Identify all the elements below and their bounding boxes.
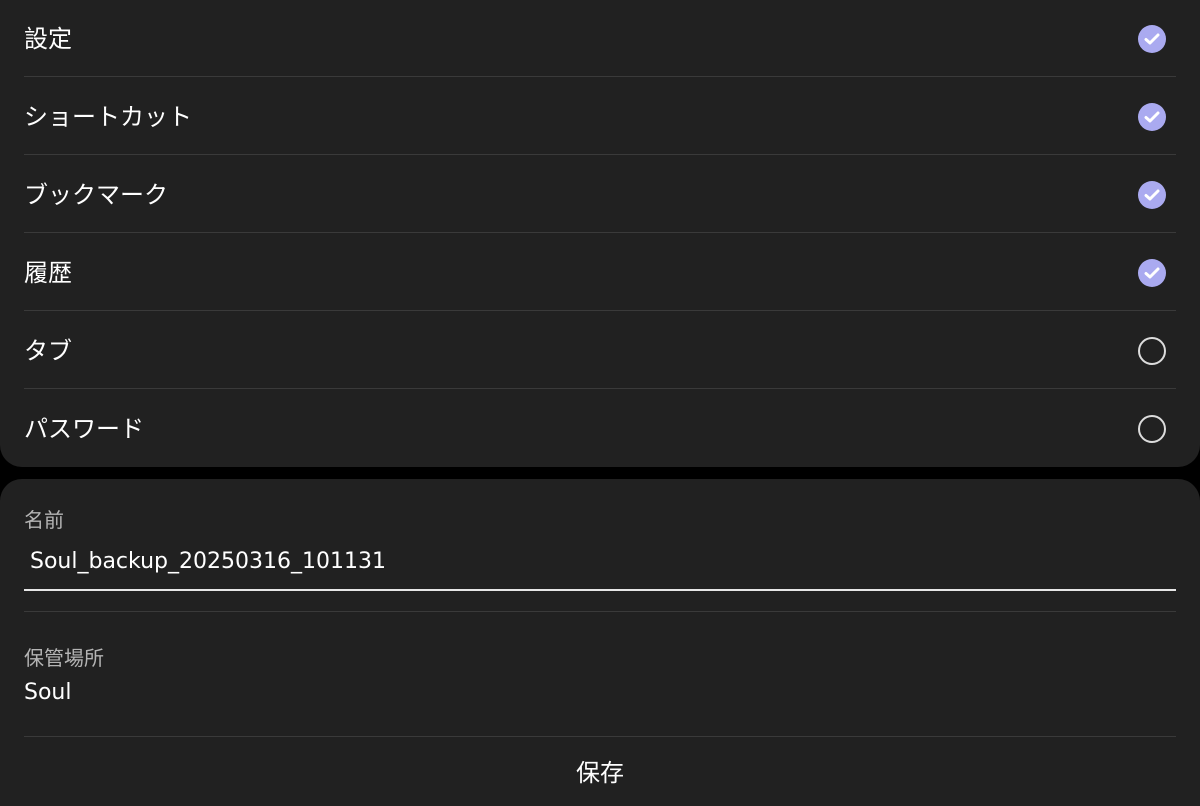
- unchecked-checkbox-icon[interactable]: [1138, 337, 1166, 365]
- checked-checkbox-icon[interactable]: [1138, 181, 1166, 209]
- option-label: 履歴: [24, 259, 72, 287]
- divider: [24, 76, 1176, 77]
- option-settings[interactable]: 設定: [0, 0, 1200, 78]
- divider: [24, 736, 1176, 737]
- storage-location-value[interactable]: Soul: [24, 680, 71, 705]
- option-label: ショートカット: [24, 103, 192, 131]
- divider: [24, 388, 1176, 389]
- option-tabs[interactable]: タブ: [0, 312, 1200, 390]
- save-button[interactable]: 保存: [0, 740, 1200, 806]
- checked-checkbox-icon[interactable]: [1138, 103, 1166, 131]
- checked-checkbox-icon[interactable]: [1138, 259, 1166, 287]
- option-bookmarks[interactable]: ブックマーク: [0, 156, 1200, 234]
- option-label: ブックマーク: [24, 181, 168, 209]
- option-passwords[interactable]: パスワード: [0, 390, 1200, 468]
- backup-items-card: 設定 ショートカット ブックマーク 履歴 タブ パスワード: [0, 0, 1200, 467]
- divider: [24, 611, 1176, 612]
- divider: [24, 232, 1176, 233]
- unchecked-checkbox-icon[interactable]: [1138, 415, 1166, 443]
- divider: [24, 154, 1176, 155]
- option-label: パスワード: [24, 415, 144, 443]
- option-label: タブ: [24, 337, 72, 365]
- location-field-label: 保管場所: [24, 646, 104, 670]
- option-history[interactable]: 履歴: [0, 234, 1200, 312]
- option-label: 設定: [24, 25, 72, 53]
- name-field-label: 名前: [24, 508, 64, 532]
- backup-name-input[interactable]: [24, 533, 1176, 591]
- option-shortcuts[interactable]: ショートカット: [0, 78, 1200, 156]
- divider: [24, 310, 1176, 311]
- checked-checkbox-icon[interactable]: [1138, 25, 1166, 53]
